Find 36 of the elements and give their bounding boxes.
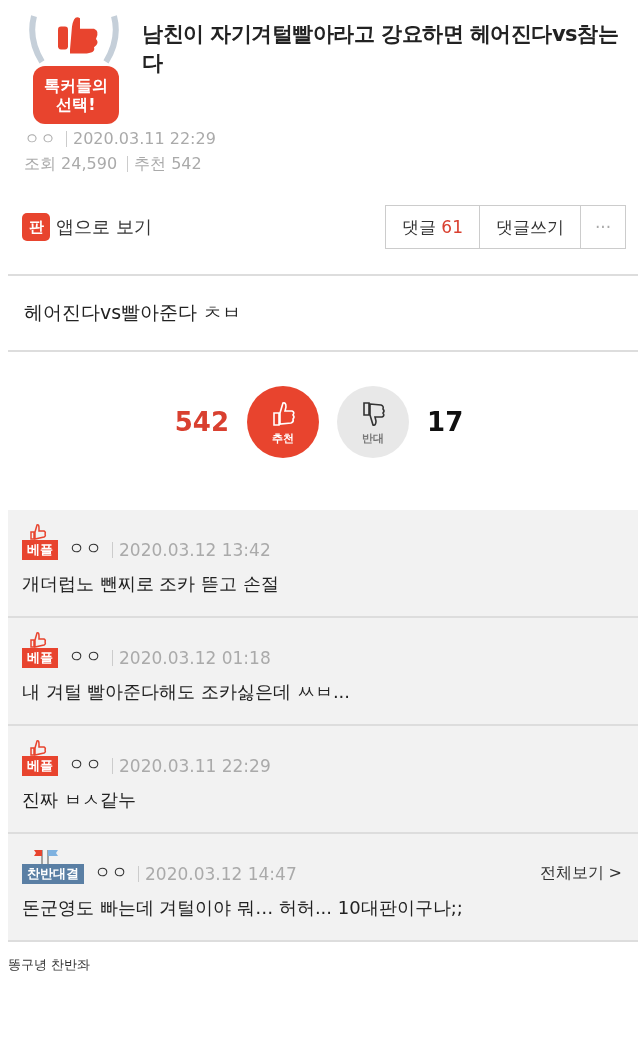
upvote-count: 542: [174, 407, 230, 437]
comment-author: ㅇㅇ: [68, 537, 102, 560]
comment-date: 2020.03.12 13:42: [119, 540, 271, 560]
author-name: ㅇㅇ: [24, 128, 56, 150]
view-all-link[interactable]: 전체보기 >: [539, 863, 622, 884]
comment-date: 2020.03.12 14:47: [145, 864, 297, 884]
app-link[interactable]: 앱으로 보기: [56, 215, 152, 239]
comment-date: 2020.03.12 01:18: [119, 648, 271, 668]
view-count: 조회 24,590: [24, 153, 118, 175]
comment-text: 돈군영도 빠는데 겨털이야 뭐… 허허... 10대판이구나;;: [22, 896, 464, 920]
write-comment-button[interactable]: 댓글쓰기: [479, 205, 581, 249]
comment-text: 내 겨털 빨아준다해도 조카싫은데 ㅆㅂ...: [22, 680, 352, 704]
post-body: 헤어진다vs빨아준다 ㅊㅂ: [8, 276, 638, 352]
comment-text: 진짜 ㅂㅅ같누: [22, 788, 137, 812]
post-date: 2020.03.11 22:29: [73, 128, 216, 150]
best-comment-badge: 베플: [22, 756, 58, 776]
app-icon[interactable]: 판: [22, 213, 50, 241]
comment-author: ㅇㅇ: [68, 645, 102, 668]
award-badge: 톡커들의 선택!: [33, 66, 119, 124]
post-title: 남친이 자기겨털빨아라고 강요하면 헤어진다vs참는다: [142, 21, 620, 78]
downvote-button[interactable]: 반대: [337, 386, 410, 458]
debate-badge: 찬반대결: [22, 864, 84, 884]
thumbs-up-icon: [28, 524, 48, 540]
comment-date: 2020.03.11 22:29: [119, 756, 271, 776]
comment-author: ㅇㅇ: [68, 753, 102, 776]
like-count: 추천 542: [134, 153, 202, 175]
comments-button[interactable]: 댓글 61: [384, 205, 480, 249]
comment-author: ㅇㅇ: [94, 861, 128, 884]
thumbs-up-icon: [28, 632, 48, 648]
thumbs-up-icon: [28, 740, 48, 756]
footer-caption: 똥구녕 찬반좌: [8, 956, 92, 974]
downvote-count: 17: [427, 407, 464, 437]
best-comment-badge: 베플: [22, 540, 58, 560]
upvote-button[interactable]: 추천: [247, 386, 320, 458]
best-comment-badge: 베플: [22, 648, 58, 668]
comment-text: 개더럽노 뺀찌로 조카 뜯고 손절: [22, 572, 280, 596]
